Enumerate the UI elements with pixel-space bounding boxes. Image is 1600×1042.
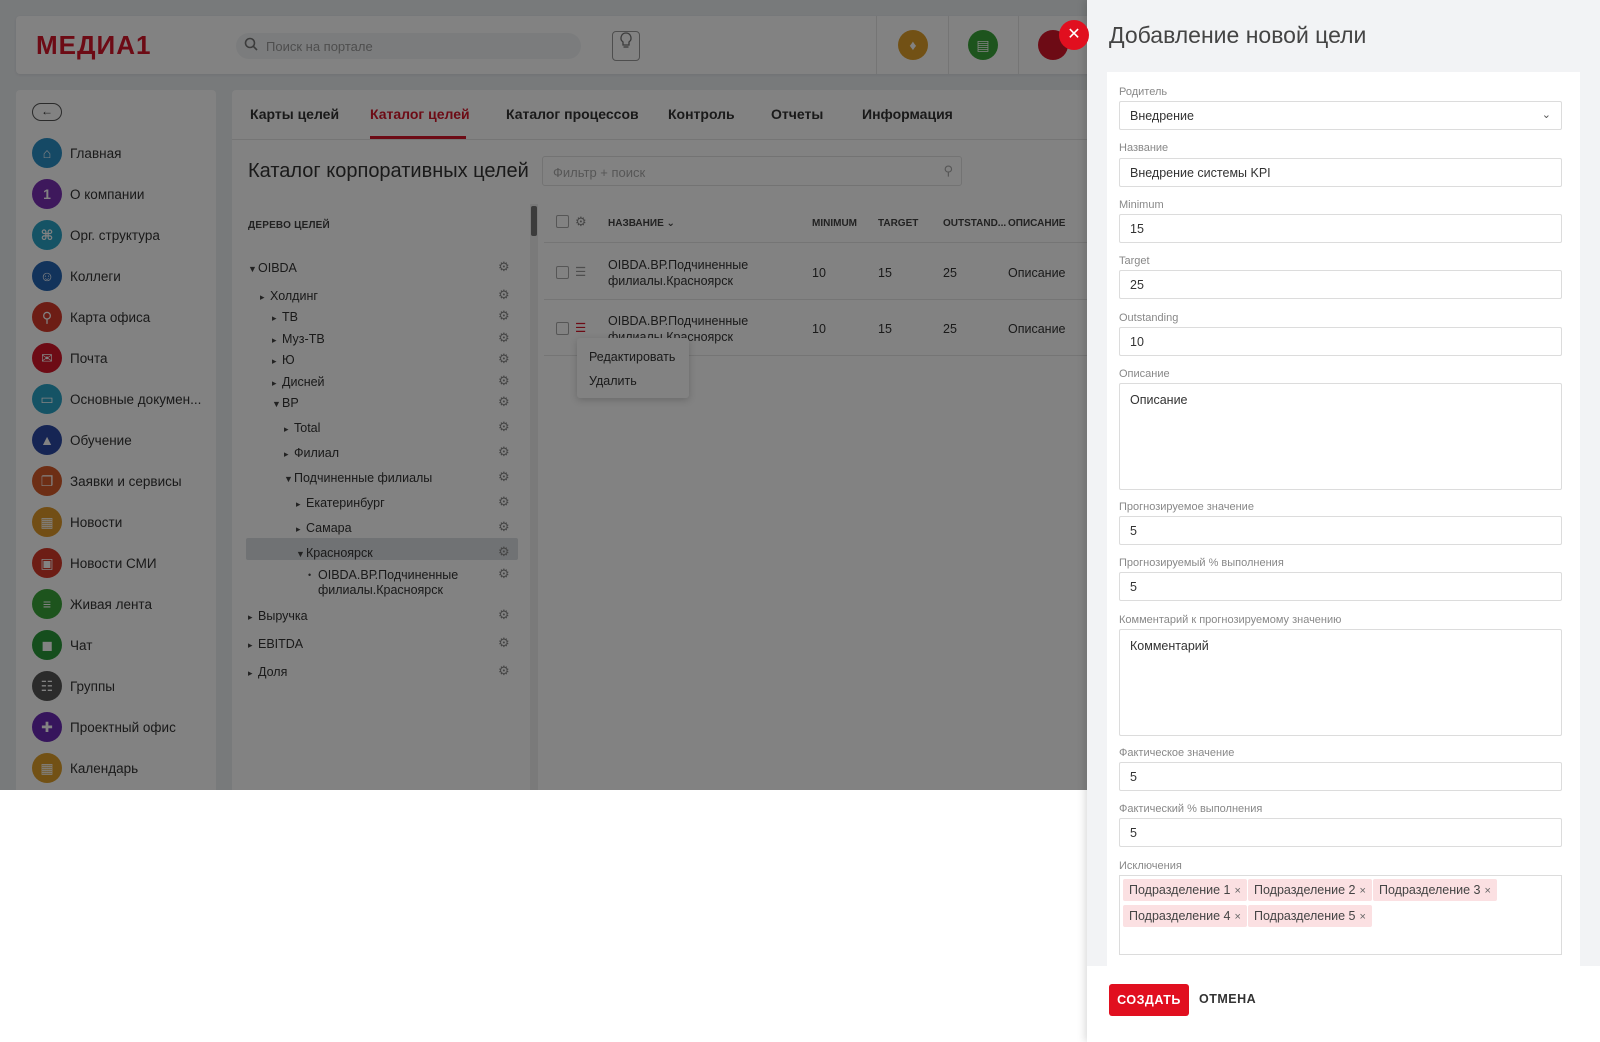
close-panel-button[interactable]: ✕ (1059, 20, 1089, 50)
panel-footer: СОЗДАТЬ ОТМЕНА (1087, 966, 1600, 1042)
field-label: Описание (1119, 368, 1170, 380)
forecast-value-field[interactable]: 5 (1119, 516, 1562, 545)
field-label: Комментарий к прогнозируемому значению (1119, 614, 1342, 626)
field-label: Прогнозируемое значение (1119, 501, 1254, 513)
field-label: Minimum (1119, 199, 1164, 211)
target-field[interactable]: 25 (1119, 270, 1562, 299)
close-icon: × (1484, 885, 1491, 897)
minimum-field[interactable]: 15 (1119, 214, 1562, 243)
parent-select[interactable]: Внедрение ⌄ (1119, 101, 1562, 130)
goal-form: Родитель Внедрение ⌄ Название Внедрение с… (1107, 72, 1580, 966)
add-goal-panel: Добавление новой цели Родитель Внедрение… (1087, 0, 1600, 1042)
panel-title: Добавление новой цели (1109, 22, 1367, 48)
field-label: Outstanding (1119, 312, 1179, 324)
forecast-comment-textarea[interactable]: Комментарий (1119, 629, 1562, 736)
exclusion-tag[interactable]: Подразделение 1 × (1123, 879, 1247, 901)
actual-value-field[interactable]: 5 (1119, 762, 1562, 791)
cancel-button[interactable]: ОТМЕНА (1199, 992, 1256, 1006)
field-label: Название (1119, 142, 1169, 154)
field-label: Фактическое значение (1119, 747, 1235, 759)
actual-percent-field[interactable]: 5 (1119, 818, 1562, 847)
forecast-percent-field[interactable]: 5 (1119, 572, 1562, 601)
field-label: Исключения (1119, 860, 1182, 872)
description-textarea[interactable]: Описание (1119, 383, 1562, 490)
name-field[interactable]: Внедрение системы KPI (1119, 158, 1562, 187)
outstanding-field[interactable]: 10 (1119, 327, 1562, 356)
create-button[interactable]: СОЗДАТЬ (1109, 984, 1189, 1016)
exclusion-tag[interactable]: Подразделение 5 × (1248, 905, 1372, 927)
field-label: Фактический % выполнения (1119, 803, 1263, 815)
exclusion-tag[interactable]: Подразделение 4 × (1123, 905, 1247, 927)
close-icon: × (1359, 885, 1366, 897)
close-icon: × (1359, 911, 1366, 923)
field-label: Родитель (1119, 86, 1168, 98)
exclusion-tag[interactable]: Подразделение 3 × (1373, 879, 1497, 901)
close-icon: × (1234, 885, 1241, 897)
exclusion-tag[interactable]: Подразделение 2 × (1248, 879, 1372, 901)
field-label: Target (1119, 255, 1150, 267)
close-icon: × (1234, 911, 1241, 923)
exclusions-tag-input[interactable]: Подразделение 1 × Подразделение 2 × Подраз… (1119, 875, 1562, 955)
chevron-down-icon: ⌄ (1541, 109, 1551, 121)
field-label: Прогнозируемый % выполнения (1119, 557, 1284, 569)
